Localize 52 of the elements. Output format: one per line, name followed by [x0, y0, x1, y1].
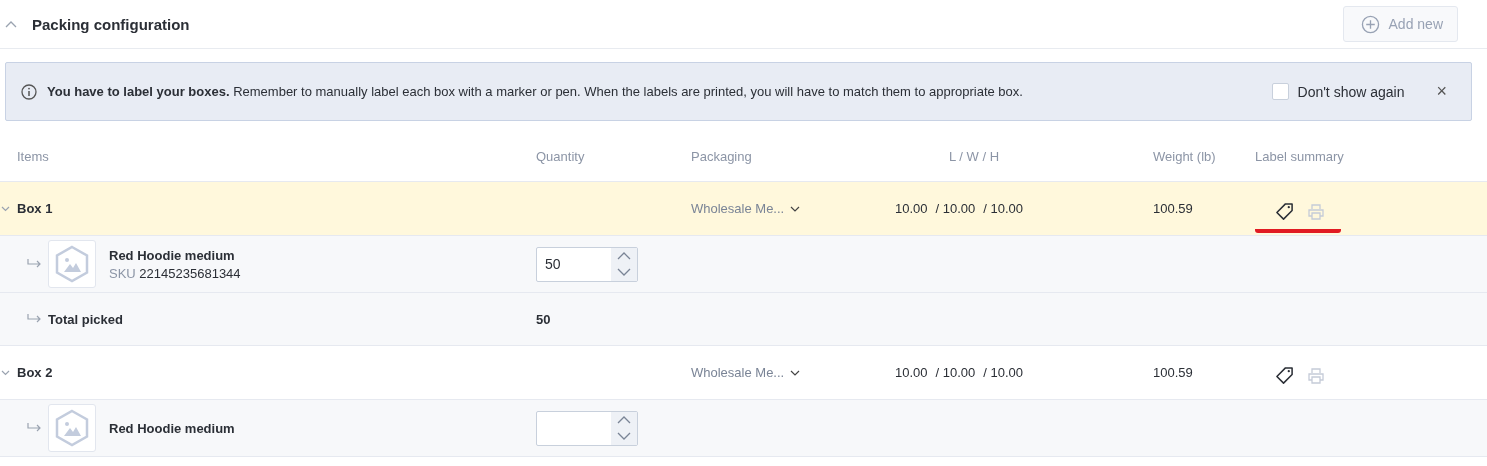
arrow-icon [27, 314, 42, 324]
length-value: 10.00 [895, 201, 928, 216]
weight-value: 100.59 [1153, 201, 1193, 216]
packaging-dropdown[interactable]: Wholesale Me... [691, 201, 801, 216]
info-icon [21, 83, 37, 100]
section-title: Packing configuration [32, 15, 191, 33]
width-value: / 10.00 [935, 201, 976, 216]
total-label: Total picked [48, 311, 123, 327]
close-button[interactable]: × [1436, 81, 1447, 102]
arrow-icon [27, 423, 42, 433]
weight-value: 100.59 [1153, 365, 1193, 380]
column-header: Label summary [1255, 148, 1345, 164]
column-header: Packaging [691, 148, 753, 164]
width-value: / 10.00 [935, 365, 976, 380]
image-placeholder [48, 404, 96, 452]
image-placeholder [48, 240, 96, 288]
column-header: Items [16, 148, 50, 164]
plus-circle-icon [1360, 14, 1380, 34]
column-header: Quantity [536, 148, 586, 164]
chevron-up-icon[interactable] [617, 415, 631, 424]
total-value: 50 [536, 311, 551, 327]
height-value: / 10.00 [983, 365, 1024, 380]
chevron-down-icon [790, 369, 801, 376]
box-name: Box 1 [17, 201, 53, 216]
box-name: Box 2 [17, 365, 53, 380]
printer-icon[interactable] [1307, 202, 1325, 221]
expand-chevron-icon[interactable] [1, 370, 10, 376]
printer-icon[interactable] [1307, 366, 1325, 385]
quantity-stepper[interactable] [536, 410, 638, 446]
chevron-down-icon [790, 205, 801, 212]
checkbox[interactable] [1271, 83, 1289, 100]
column-header: L / W / H [948, 148, 1001, 164]
tag-icon[interactable] [1275, 366, 1294, 385]
product-name: Red Hoodie medium [109, 247, 236, 263]
chevron-down-icon[interactable] [617, 432, 631, 441]
height-value: / 10.00 [983, 201, 1024, 216]
tag-icon[interactable] [1275, 202, 1294, 221]
packaging-dropdown[interactable]: Wholesale Me... [691, 365, 801, 380]
chevron-down-icon[interactable] [617, 268, 631, 277]
arrow-icon [27, 259, 42, 269]
collapse-caret-icon[interactable] [5, 20, 17, 28]
product-name: Red Hoodie medium [109, 420, 235, 436]
sku-label: SKU [109, 265, 136, 281]
notice-text: You have to label your boxes. Remember to manually label each box with a marker or pen. When the labels are printed, you will have to match them to appropriate box. [47, 84, 1024, 99]
box-row[interactable]: Box 1 Wholesale Me... 10.00 / 10.00 / 10.00 100.59 [0, 182, 1487, 236]
sku-value: 22145235681344 [139, 265, 241, 281]
column-header: Weight (lb) [1153, 148, 1217, 164]
chevron-up-icon[interactable] [617, 251, 631, 260]
quantity-stepper[interactable]: 50 [536, 246, 638, 282]
length-value: 10.00 [895, 365, 928, 380]
expand-chevron-icon[interactable] [1, 206, 10, 212]
checkbox-label[interactable]: Don't show again [1297, 83, 1405, 100]
